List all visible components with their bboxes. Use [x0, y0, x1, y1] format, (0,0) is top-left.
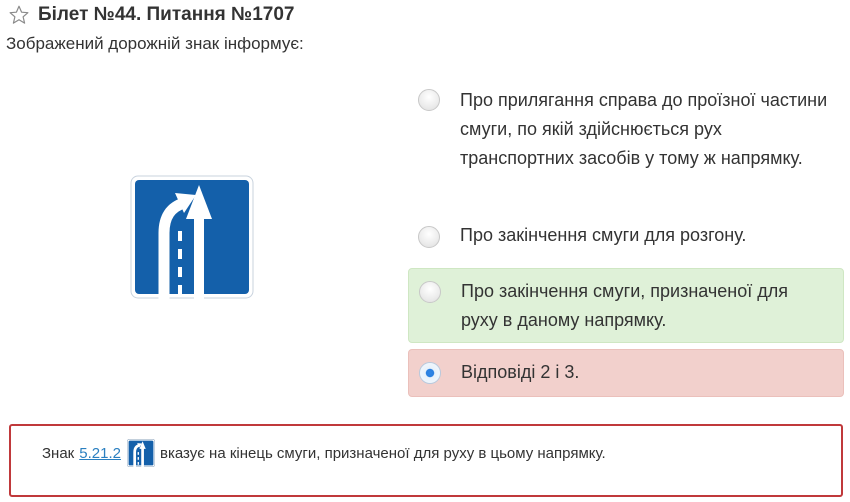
explanation-box: Знак 5.21.2 вказує на кінець смуги, приз…: [9, 424, 843, 497]
page-title: Білет №44. Питання №1707: [38, 4, 295, 25]
radio-button-checked[interactable]: [419, 362, 441, 384]
question-header: Білет №44. Питання №1707: [8, 2, 295, 28]
answer-label: Про закінчення смуги, призначеної для ру…: [461, 281, 788, 330]
sign-link[interactable]: 5.21.2: [79, 445, 121, 462]
answer-option-2[interactable]: Про закінчення смуги для розгону.: [408, 213, 844, 262]
answer-option-3-correct[interactable]: Про закінчення смуги, призначеної для ру…: [408, 268, 844, 343]
answer-label: Відповіді 2 і 3.: [461, 362, 580, 382]
road-sign-image: [130, 175, 254, 299]
answer-option-4-wrong[interactable]: Відповіді 2 і 3.: [408, 349, 844, 397]
star-outline-icon[interactable]: [8, 4, 30, 26]
answers-list: Про прилягання справа до проїзної частин…: [408, 78, 844, 397]
answer-label: Про прилягання справа до проїзної частин…: [460, 90, 828, 168]
road-sign-5-21-2-icon: [130, 175, 254, 299]
question-text: Зображений дорожній знак інформує:: [6, 34, 304, 53]
explanation-prefix: Знак: [42, 444, 75, 462]
explanation-text: Знак 5.21.2 вказує на кінець смуги, приз…: [42, 439, 606, 467]
radio-button[interactable]: [419, 281, 441, 303]
road-sign-mini-icon[interactable]: [126, 439, 155, 467]
radio-button[interactable]: [418, 226, 440, 248]
explanation-suffix: вказує на кінець смуги, призначеної для …: [159, 444, 606, 462]
answer-label: Про закінчення смуги для розгону.: [460, 225, 747, 245]
radio-button[interactable]: [418, 89, 440, 111]
answer-option-1[interactable]: Про прилягання справа до проїзної частин…: [408, 78, 844, 210]
